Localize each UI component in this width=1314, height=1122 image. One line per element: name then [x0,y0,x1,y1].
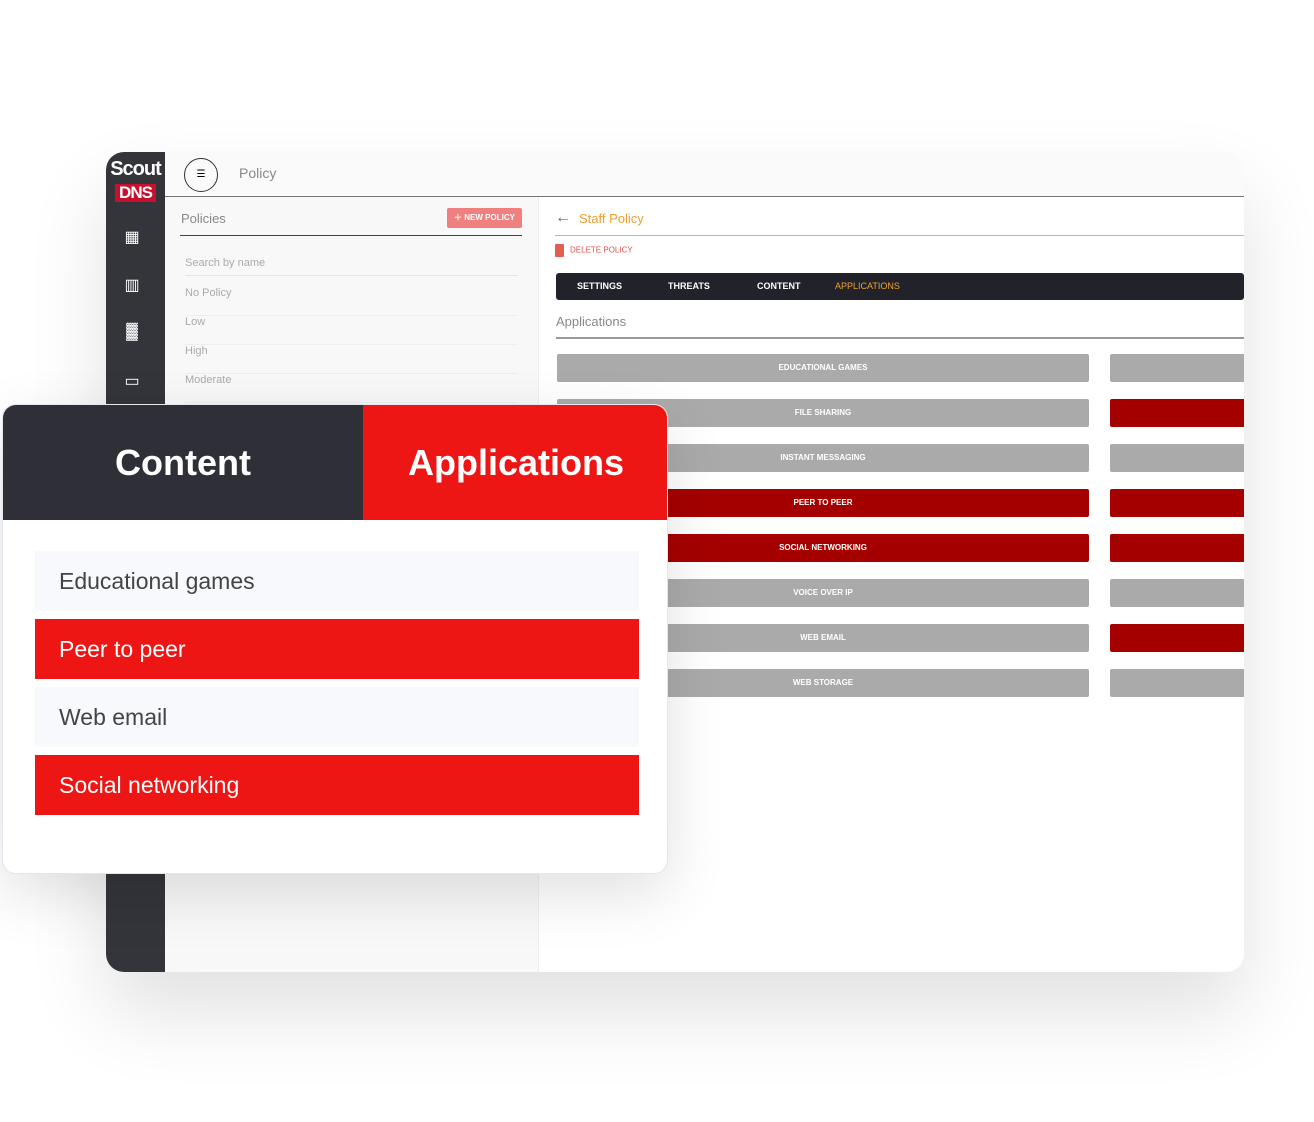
card-tab-content[interactable]: Content [3,405,363,520]
card-app-item[interactable]: Web email [35,687,639,747]
scoutdns-logo: Scout DNS [110,158,162,202]
app-toggle[interactable]: EDUCATIONAL GAMES [557,354,1089,382]
card-app-item[interactable]: Peer to peer [35,619,639,679]
page-title: Policy [239,165,277,181]
card-app-item[interactable]: Educational games [35,551,639,611]
app-toggle-secondary[interactable] [1110,444,1244,472]
card-app-item[interactable]: Social networking [35,755,639,815]
app-toggle-secondary[interactable] [1110,624,1244,652]
search-input[interactable]: Search by name [185,257,518,276]
back-arrow-icon[interactable]: ← [555,209,571,227]
devices-icon[interactable]: ▭ [123,371,141,390]
chart-icon[interactable]: ▥ [123,275,141,294]
building-icon[interactable]: ▓ [123,323,141,341]
policies-title: Policies [181,211,226,226]
app-toggle-secondary[interactable] [1110,534,1244,562]
policy-item[interactable]: Low [185,316,518,345]
tab-threats[interactable]: THREATS [668,281,710,291]
app-toggle-secondary[interactable] [1110,354,1244,382]
app-toggle-secondary[interactable] [1110,489,1244,517]
app-toggle-secondary[interactable] [1110,669,1244,697]
dashboard-icon[interactable]: ▦ [123,227,141,246]
app-toggle-secondary[interactable] [1110,579,1244,607]
app-toggle-secondary[interactable] [1110,399,1244,427]
policy-item[interactable]: Moderate [185,374,518,403]
applications-card: Content Applications Educational games Pe… [2,404,668,874]
new-policy-button[interactable]: ＋ NEW POLICY [447,208,522,228]
top-bar: ☰ Policy [165,152,1244,197]
tab-bar: SETTINGS THREATS CONTENT APPLICATIONS [556,273,1244,300]
trash-icon [555,244,564,257]
tab-content[interactable]: CONTENT [757,281,801,291]
policy-name: Staff Policy [579,211,644,226]
tab-applications[interactable]: APPLICATIONS [835,281,900,291]
menu-button[interactable]: ☰ [184,158,218,192]
policy-item[interactable]: No Policy [185,287,518,316]
card-tab-applications[interactable]: Applications [363,405,667,520]
delete-policy-button[interactable]: DELETE POLICY [555,244,633,257]
tab-settings[interactable]: SETTINGS [577,281,622,291]
section-title: Applications [556,314,627,329]
policy-item[interactable]: High [185,345,518,374]
